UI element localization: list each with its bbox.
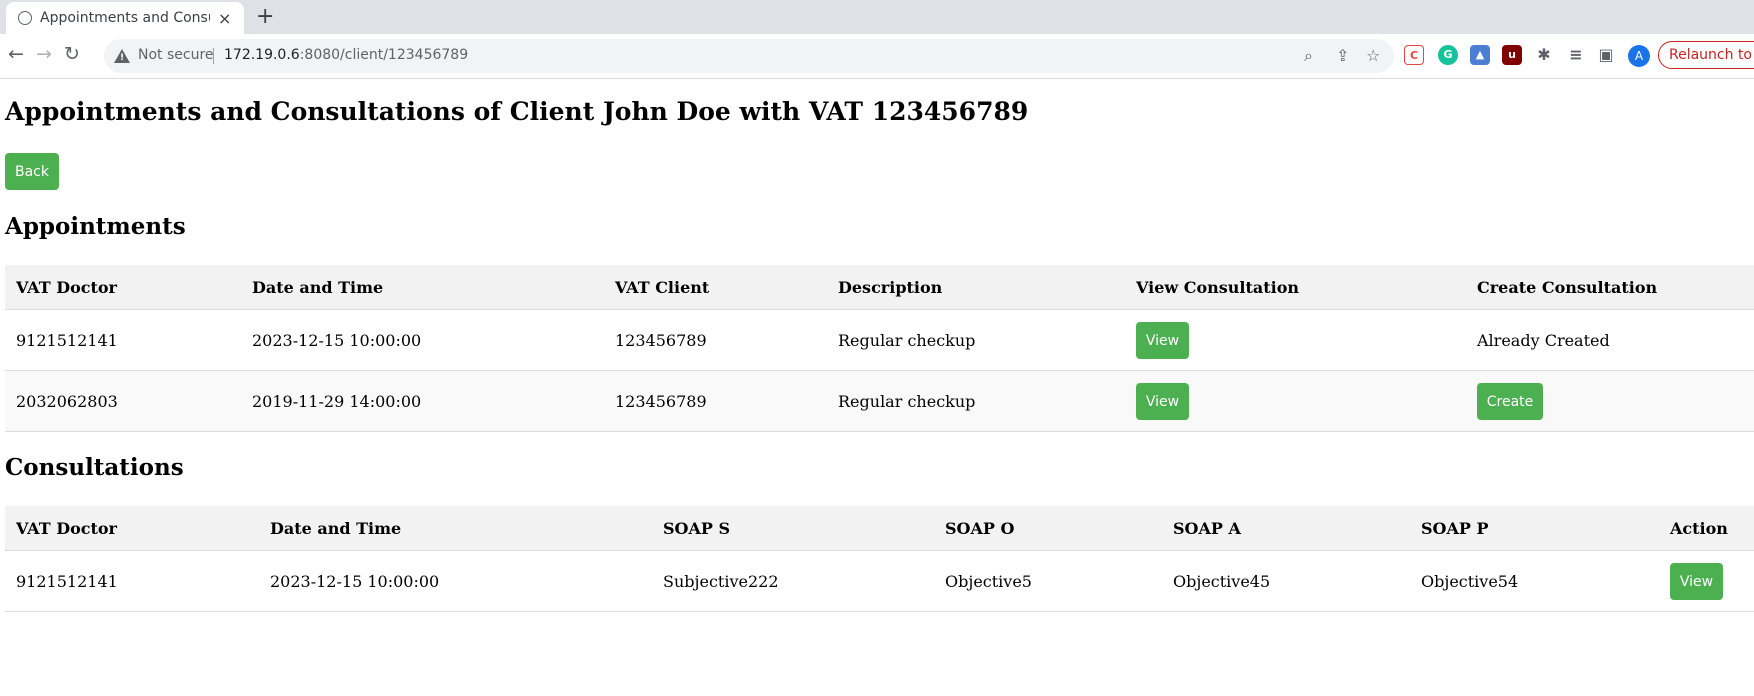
appointments-header-row: VAT Doctor Date and Time VAT Client Desc… xyxy=(5,265,1754,310)
profile-avatar[interactable]: A xyxy=(1628,45,1650,67)
media-icon[interactable]: ≡ xyxy=(1566,45,1586,65)
vat-doctor-cell: 9121512141 xyxy=(5,309,241,371)
col-header: View Consultation xyxy=(1125,265,1466,310)
back-button[interactable]: Back xyxy=(5,153,59,190)
view-consultation-cell: View xyxy=(1125,370,1466,432)
create-consultation-cell: Create xyxy=(1466,370,1754,432)
consultations-heading: Consultations xyxy=(5,454,184,481)
page-content: Appointments and Consultations of Client… xyxy=(0,79,1754,696)
ublock-icon[interactable]: u xyxy=(1502,45,1522,65)
create-consultation-button[interactable]: Create xyxy=(1477,382,1543,420)
vat-client-cell: 123456789 xyxy=(604,309,827,371)
view-consultation-button[interactable]: View xyxy=(1136,382,1189,420)
view-consultation-cell: View xyxy=(1125,309,1466,371)
col-header: SOAP A xyxy=(1162,506,1410,551)
date-time-cell: 2023-12-15 10:00:00 xyxy=(241,309,604,371)
address-bar[interactable]: ! Not secure 172.19.0.6:8080/client/1234… xyxy=(104,39,1394,73)
new-tab-icon[interactable]: + xyxy=(256,4,274,29)
col-header: Description xyxy=(827,265,1125,310)
col-header: VAT Client xyxy=(604,265,827,310)
extensions-puzzle-icon[interactable]: ✱ xyxy=(1534,45,1554,65)
view-consultation-action-button[interactable]: View xyxy=(1670,562,1723,600)
forward-arrow-icon[interactable]: → xyxy=(36,43,52,65)
zoom-icon[interactable]: ⌕ xyxy=(1304,46,1313,66)
col-header: Date and Time xyxy=(241,265,604,310)
back-arrow-icon[interactable]: ← xyxy=(8,43,24,65)
action-cell: View xyxy=(1659,550,1754,612)
soap-o-cell: Objective5 xyxy=(934,550,1162,612)
col-header: SOAP P xyxy=(1410,506,1659,551)
description-cell: Regular checkup xyxy=(827,370,1125,432)
consultations-table: VAT Doctor Date and Time SOAP S SOAP O S… xyxy=(5,506,1754,612)
globe-icon xyxy=(18,11,32,25)
date-time-cell: 2019-11-29 14:00:00 xyxy=(241,370,604,432)
table-row: 9121512141 2023-12-15 10:00:00 123456789… xyxy=(5,309,1754,371)
graduation-cap-icon[interactable]: ▲ xyxy=(1470,45,1490,65)
appointments-heading: Appointments xyxy=(5,213,186,240)
side-panel-icon[interactable]: ▣ xyxy=(1596,45,1616,65)
tab-strip: Appointments and Consu × + xyxy=(0,0,1754,34)
col-header: VAT Doctor xyxy=(5,265,241,310)
col-header: VAT Doctor xyxy=(5,506,259,551)
consultations-header-row: VAT Doctor Date and Time SOAP S SOAP O S… xyxy=(5,506,1754,551)
tab-title: Appointments and Consu xyxy=(40,10,210,26)
table-row: 2032062803 2019-11-29 14:00:00 123456789… xyxy=(5,370,1754,432)
grammarly-icon[interactable]: G xyxy=(1438,45,1458,65)
close-tab-icon[interactable]: × xyxy=(218,9,231,28)
view-consultation-button[interactable]: View xyxy=(1136,321,1189,359)
url-path: :8080/client/123456789 xyxy=(299,47,469,63)
soap-p-cell: Objective54 xyxy=(1410,550,1659,612)
url-text[interactable]: 172.19.0.6:8080/client/123456789 xyxy=(224,47,468,63)
already-created-text: Already Created xyxy=(1466,309,1754,371)
description-cell: Regular checkup xyxy=(827,309,1125,371)
warning-icon: ! xyxy=(114,49,130,63)
vat-doctor-cell: 2032062803 xyxy=(5,370,241,432)
soap-s-cell: Subjective222 xyxy=(652,550,934,612)
extension-c-icon[interactable]: C xyxy=(1404,45,1424,65)
vat-doctor-cell: 9121512141 xyxy=(5,550,259,612)
share-icon[interactable]: ⇪ xyxy=(1336,46,1349,65)
date-time-cell: 2023-12-15 10:00:00 xyxy=(259,550,652,612)
not-secure-label[interactable]: Not secure xyxy=(138,47,214,63)
col-header: SOAP O xyxy=(934,506,1162,551)
url-host: 172.19.0.6 xyxy=(224,47,300,63)
col-header: Create Consultation xyxy=(1466,265,1754,310)
col-header: SOAP S xyxy=(652,506,934,551)
browser-tab[interactable]: Appointments and Consu × xyxy=(6,2,244,34)
appointments-table: VAT Doctor Date and Time VAT Client Desc… xyxy=(5,265,1754,432)
table-row: 9121512141 2023-12-15 10:00:00 Subjectiv… xyxy=(5,550,1754,612)
col-header: Action xyxy=(1659,506,1754,551)
reload-icon[interactable]: ↻ xyxy=(64,43,80,65)
bookmark-star-icon[interactable]: ☆ xyxy=(1366,46,1380,65)
page-title: Appointments and Consultations of Client… xyxy=(5,97,1029,126)
omnibox-separator xyxy=(213,48,214,64)
soap-a-cell: Objective45 xyxy=(1162,550,1410,612)
col-header: Date and Time xyxy=(259,506,652,551)
browser-toolbar: ← → ↻ ! Not secure 172.19.0.6:8080/clien… xyxy=(0,34,1754,79)
vat-client-cell: 123456789 xyxy=(604,370,827,432)
relaunch-button[interactable]: Relaunch to xyxy=(1658,41,1754,69)
